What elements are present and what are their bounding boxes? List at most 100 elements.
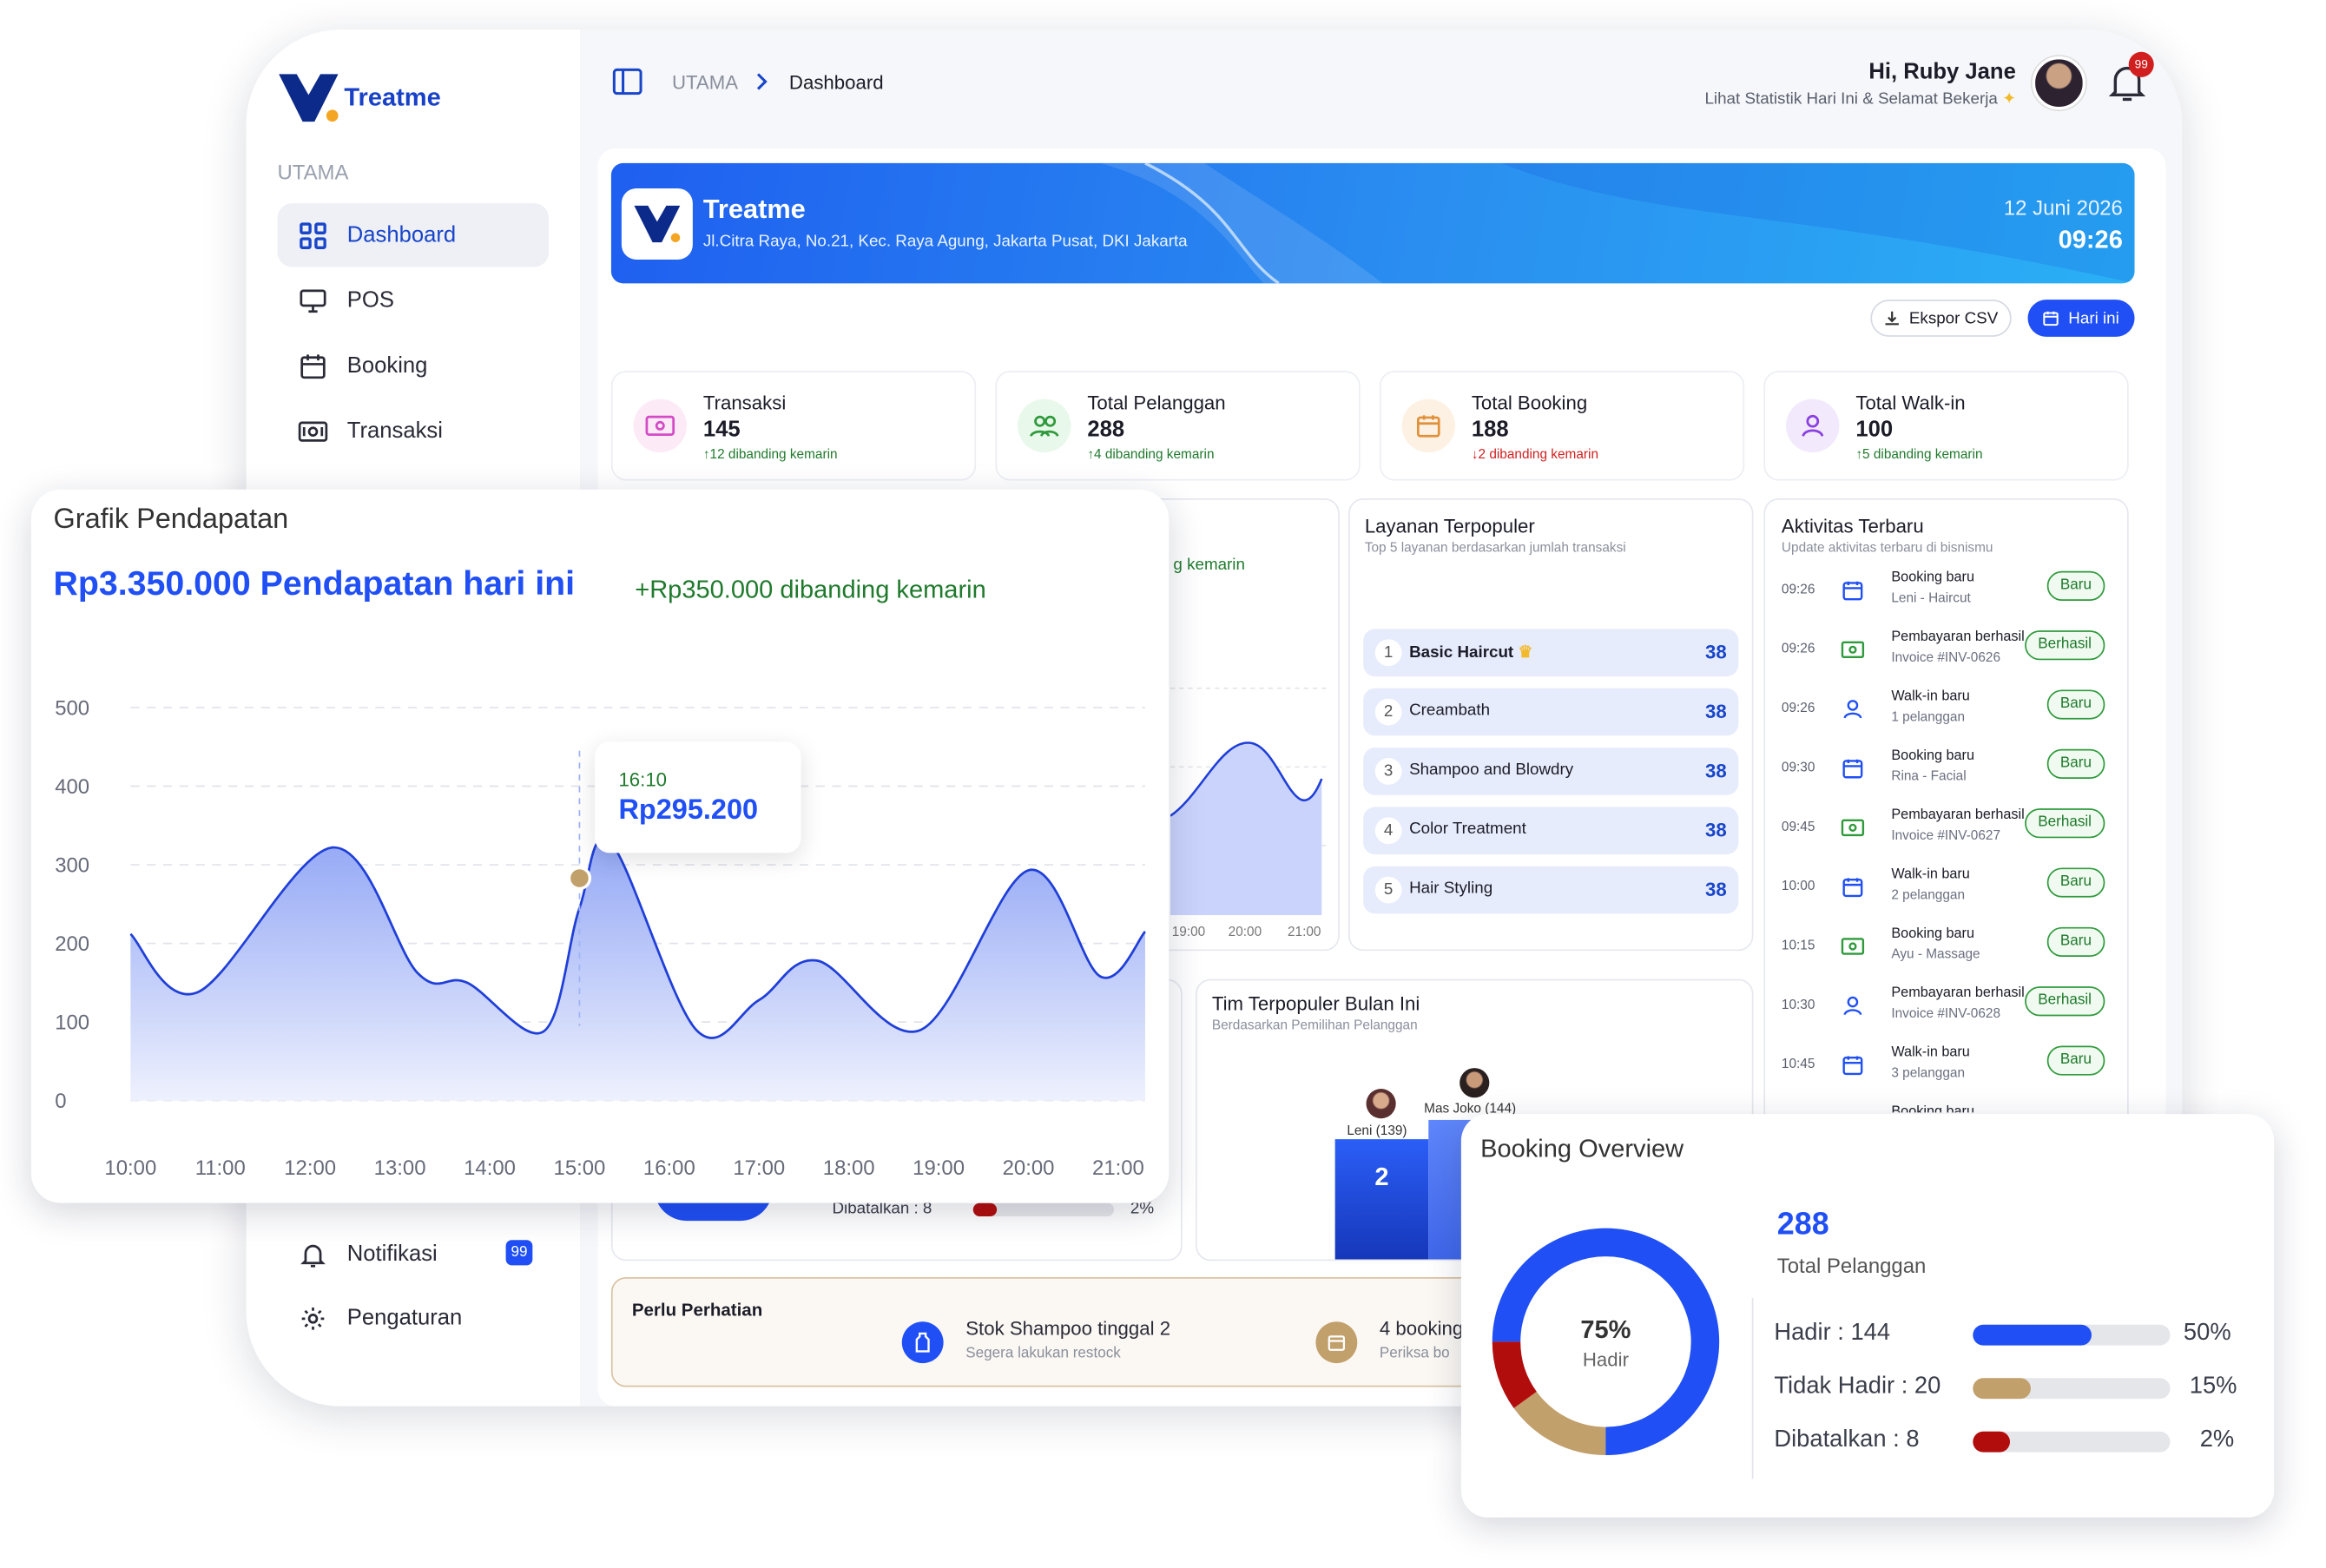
sidebar-item-label: Dashboard bbox=[346, 222, 457, 248]
activity-time: 09:45 bbox=[1781, 819, 1815, 834]
top-team-title: Tim Terpopuler Bulan Ini bbox=[1211, 992, 1420, 1015]
avatar bbox=[1460, 1068, 1490, 1098]
popular-services-title: Layanan Terpopuler bbox=[1364, 514, 1535, 537]
money-icon bbox=[1836, 634, 1869, 667]
stat-label: Transaksi bbox=[702, 392, 787, 414]
chevron-right-icon bbox=[754, 73, 768, 91]
activity-time: 09:30 bbox=[1781, 759, 1815, 774]
stat-card-walkin[interactable]: Total Walk-in 100 ↑5 dibanding kemarin bbox=[1763, 371, 2129, 481]
activity-title: Pembayaran berhasil bbox=[1891, 629, 2025, 646]
stat-compare: ↑4 dibanding kemarin bbox=[1087, 446, 1215, 462]
user-icon bbox=[1836, 990, 1869, 1023]
revenue-chart-card: Grafik Pendapatan Rp3.350.000 Pendapatan… bbox=[30, 489, 1170, 1203]
activity-item[interactable]: 09:26 Booking baru Leni - Haircut Baru bbox=[1773, 567, 2117, 621]
donut-center-pct: 75% bbox=[1580, 1315, 1631, 1344]
background-tick: 20:00 bbox=[1228, 924, 1262, 939]
y-tick-label: 300 bbox=[55, 854, 89, 878]
activity-status-badge: Berhasil bbox=[2024, 630, 2105, 661]
sidebar-item-pengaturan[interactable]: Pengaturan bbox=[277, 1286, 549, 1349]
stat-value: 288 bbox=[1087, 417, 1125, 443]
activity-title: Pembayaran berhasil bbox=[1891, 985, 2025, 1002]
banner-time: 09:26 bbox=[2058, 225, 2123, 254]
money-icon bbox=[1836, 812, 1869, 845]
stat-compare: ↑12 dibanding kemarin bbox=[702, 446, 838, 462]
activity-item[interactable]: 10:45 Walk-in baru 3 pelanggan Baru bbox=[1773, 1041, 2117, 1095]
activity-item[interactable]: 09:45 Pembayaran berhasil Invoice #INV-062… bbox=[1773, 804, 2117, 858]
x-tick-label: 17:00 bbox=[733, 1156, 785, 1180]
x-tick-label: 11:00 bbox=[195, 1156, 246, 1180]
activity-item[interactable]: 09:30 Booking baru Rina - Facial Baru bbox=[1773, 745, 2117, 799]
y-tick-label: 200 bbox=[55, 932, 89, 956]
service-item[interactable]: 5 Hair Styling 38 bbox=[1363, 866, 1739, 914]
activity-detail: Invoice #INV-0626 bbox=[1891, 649, 2000, 665]
stat-card-booking[interactable]: Total Booking 188 ↓2 dibanding kemarin bbox=[1379, 371, 1745, 481]
activity-detail: Ayu - Massage bbox=[1891, 946, 1980, 962]
attention-item-subtitle: Segera lakukan restock bbox=[965, 1345, 1121, 1362]
activity-status-badge: Baru bbox=[2046, 689, 2105, 720]
calendar-icon bbox=[1315, 1321, 1358, 1364]
breadcrumb-current: Dashboard bbox=[788, 71, 884, 94]
booking-overview-title: Booking Overview bbox=[1480, 1135, 1684, 1163]
sidebar-item-label: Booking bbox=[346, 352, 428, 379]
sidebar-section-label: UTAMA bbox=[277, 160, 349, 184]
activity-item[interactable]: 10:00 Walk-in baru 2 pelanggan Baru bbox=[1773, 863, 2117, 917]
service-item[interactable]: 3 Shampoo and Blowdry 38 bbox=[1363, 748, 1739, 795]
area-fill bbox=[130, 838, 1145, 1101]
stat-label: Total Pelanggan bbox=[1087, 392, 1226, 414]
brand-logo[interactable]: Treatme bbox=[276, 71, 441, 125]
sidebar-item-label: Pengaturan bbox=[346, 1305, 463, 1331]
background-chart-compare: g kemarin bbox=[1173, 556, 1245, 575]
activity-title: Walk-in baru bbox=[1891, 1044, 1970, 1061]
sidebar-item-pos[interactable]: POS bbox=[277, 268, 549, 332]
activity-item[interactable]: 09:26 Walk-in baru 1 pelanggan Baru bbox=[1773, 685, 2117, 739]
banner-business-name: Treatme bbox=[702, 194, 806, 224]
bottle-icon bbox=[901, 1321, 944, 1364]
booking-row-bar-fill bbox=[1973, 1431, 2011, 1453]
booking-row-bar-fill bbox=[1973, 1324, 2092, 1346]
avatar[interactable] bbox=[2032, 56, 2086, 110]
service-item[interactable]: 2 Creambath 38 bbox=[1363, 688, 1739, 736]
attention-item-title: Stok Shampoo tinggal 2 bbox=[965, 1317, 1171, 1340]
activity-time: 10:30 bbox=[1781, 997, 1815, 1012]
today-filter-button[interactable]: Hari ini bbox=[2027, 300, 2135, 337]
activity-title: Booking baru bbox=[1891, 926, 1974, 942]
banner-logo bbox=[621, 188, 693, 260]
stat-compare: ↓2 dibanding kemarin bbox=[1471, 446, 1599, 462]
x-tick-label: 14:00 bbox=[464, 1156, 516, 1180]
stat-card-pelanggan[interactable]: Total Pelanggan 288 ↑4 dibanding kemarin bbox=[995, 371, 1361, 481]
calendar-icon bbox=[1836, 1049, 1869, 1082]
booking-row-bar bbox=[1973, 1324, 2171, 1346]
x-tick-label: 15:00 bbox=[554, 1156, 606, 1180]
activity-item[interactable]: 10:15 Booking baru Ayu - Massage Baru bbox=[1773, 923, 2117, 977]
chart-tooltip: 16:10 Rp295.200 bbox=[595, 741, 801, 853]
activity-status-badge: Berhasil bbox=[2024, 986, 2105, 1017]
export-csv-button[interactable]: Ekspor CSV bbox=[1870, 300, 2012, 337]
sidebar-toggle-icon[interactable] bbox=[612, 68, 642, 96]
stat-label: Total Walk-in bbox=[1855, 392, 1966, 414]
activity-time: 09:26 bbox=[1781, 700, 1815, 715]
sidebar-item-notifikasi[interactable]: Notifikasi 99 bbox=[277, 1222, 549, 1286]
service-item[interactable]: 4 Color Treatment 38 bbox=[1363, 807, 1739, 855]
avatar bbox=[1366, 1089, 1396, 1119]
service-item[interactable]: 1 Basic Haircut ♛ 38 bbox=[1363, 629, 1739, 677]
activity-detail: Leni - Haircut bbox=[1891, 590, 1971, 606]
sidebar-item-booking[interactable]: Booking bbox=[277, 333, 549, 397]
stat-value: 100 bbox=[1855, 417, 1894, 443]
sidebar-item-transaksi[interactable]: Transaksi bbox=[277, 399, 549, 463]
breadcrumb-root[interactable]: UTAMA bbox=[672, 71, 738, 94]
hover-point[interactable] bbox=[567, 866, 592, 891]
x-tick-label: 21:00 bbox=[1092, 1156, 1144, 1180]
activity-item[interactable]: 10:30 Pembayaran berhasil Invoice #INV-062… bbox=[1773, 982, 2117, 1036]
background-tick: 19:00 bbox=[1171, 924, 1206, 939]
booking-row-label: Tidak Hadir : 20 bbox=[1774, 1374, 1941, 1400]
activity-item[interactable]: 09:26 Pembayaran berhasil Invoice #INV-062… bbox=[1773, 626, 2117, 680]
activity-status-badge: Baru bbox=[2046, 748, 2105, 779]
stat-value: 188 bbox=[1471, 417, 1509, 443]
x-tick-label: 20:00 bbox=[1003, 1156, 1055, 1180]
podium-second: 2 bbox=[1334, 1139, 1429, 1260]
x-tick-label: 12:00 bbox=[284, 1156, 336, 1180]
stat-card-transaksi[interactable]: Transaksi 145 ↑12 dibanding kemarin bbox=[610, 371, 977, 481]
sidebar-item-dashboard[interactable]: Dashboard bbox=[277, 203, 550, 267]
activity-item[interactable]: Booking baru bbox=[1773, 1101, 2117, 1112]
greeting-subtitle: Lihat Statistik Hari Ini & Selamat Beker… bbox=[1704, 90, 2016, 109]
